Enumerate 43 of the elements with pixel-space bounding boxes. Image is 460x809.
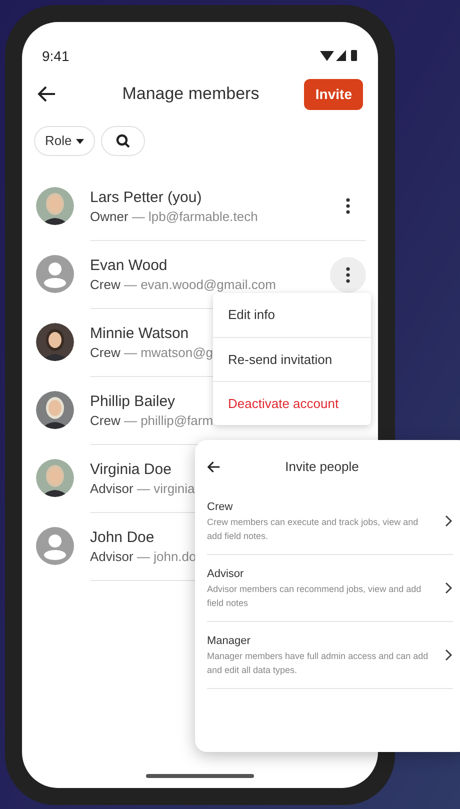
option-title: Manager [207, 634, 252, 649]
avatar-icon [36, 527, 74, 565]
back-icon[interactable] [207, 460, 221, 474]
option-title: Advisor [207, 566, 245, 582]
menu-item[interactable]: Deactivate account [213, 381, 371, 425]
role-filter[interactable]: Role [34, 126, 95, 156]
member-name: John Doe [90, 528, 154, 548]
option-description: Manager members have full admin access and can add and edit all data types. [207, 650, 429, 678]
option-description: Advisor members can recommend jobs, view and add field notes [207, 583, 422, 610]
chevron-icon [445, 649, 453, 661]
search-button[interactable] [100, 126, 145, 156]
role-option[interactable]: Manager Manager members have full admin access and can add and edit all data types. [207, 622, 453, 689]
chevron-icon [445, 582, 453, 594]
option-description: Crew members can execute and track jobs, view and add field notes. [207, 516, 420, 544]
page-title: Manage members [121, 83, 260, 106]
chevron-icon [445, 515, 453, 527]
member-name: Lars Petter (you) [90, 188, 202, 208]
search-icon [116, 134, 130, 148]
status-icons [320, 50, 358, 62]
invite-button[interactable]: Invite [304, 78, 363, 110]
option-title: Crew [207, 500, 234, 515]
status-time: 9:41 [42, 46, 70, 66]
member-name: Virginia Doe [90, 460, 172, 480]
back-icon[interactable] [37, 84, 57, 104]
more-icon [346, 266, 350, 282]
role-option[interactable]: Advisor Advisor members can recommend jobs, view and add field notes [207, 555, 453, 622]
member-name: Phillip Bailey [90, 392, 176, 412]
member-role: Crew — mwatson@g [90, 344, 214, 361]
caret-icon [76, 138, 84, 144]
avatar-icon [36, 255, 74, 293]
more-button[interactable] [330, 256, 366, 292]
member-role: Crew — evan.wood@gmail.com [90, 276, 276, 293]
member-role: Advisor — virginia [90, 480, 195, 497]
member-name: Minnie Watson [90, 324, 189, 344]
member-role: Owner — lpb@farmable.tech [90, 208, 258, 224]
menu-item[interactable]: Re-send invitation [213, 337, 371, 381]
menu-item[interactable]: Edit info [213, 293, 371, 337]
more-icon [346, 198, 350, 214]
role-option[interactable]: Crew Crew members can execute and track jobs, view and add field notes. [207, 488, 453, 555]
member-name: Evan Wood [90, 256, 168, 276]
panel-title: Invite people [284, 458, 360, 476]
member-role: Crew — phillip@farm [90, 412, 214, 429]
member-role: Advisor — john.do [90, 548, 196, 565]
